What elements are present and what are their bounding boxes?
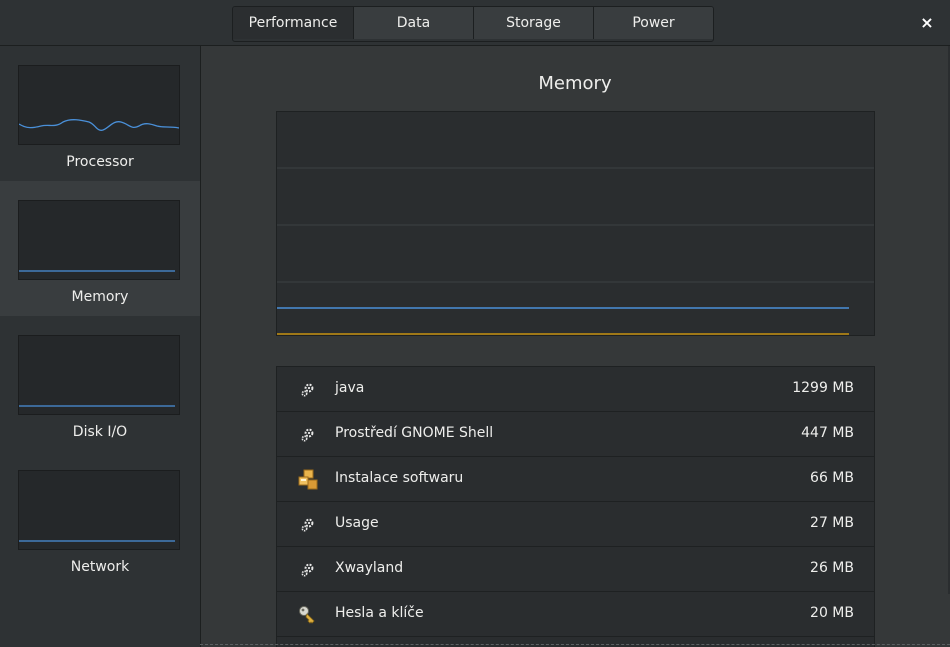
gear-icon	[297, 514, 319, 536]
tab-data[interactable]: Data	[353, 7, 473, 39]
close-button[interactable]: ×	[916, 11, 938, 33]
process-memory: 20 MB	[810, 605, 854, 621]
list-item[interactable]: Usage 27 MB	[277, 502, 874, 547]
keys-icon	[297, 604, 319, 626]
process-memory: 27 MB	[810, 515, 854, 531]
process-memory: 1299 MB	[792, 380, 854, 396]
process-name: Usage	[335, 515, 379, 531]
network-mini-graph	[18, 470, 180, 550]
tab-performance[interactable]: Performance	[233, 7, 353, 39]
sidebar-item-label: Processor	[66, 154, 134, 170]
list-item[interactable]: Prostředí GNOME Shell 447 MB	[277, 412, 874, 457]
disk-io-mini-graph	[18, 335, 180, 415]
tab-power[interactable]: Power	[593, 7, 713, 39]
sidebar-item-label: Memory	[71, 289, 129, 305]
scroll-undershoot	[200, 644, 950, 645]
sidebar-item-label: Disk I/O	[72, 424, 128, 440]
software-install-icon	[297, 469, 319, 491]
header-bar: Performance Data Storage Power ×	[0, 0, 950, 46]
memory-mini-graph	[18, 200, 180, 280]
sidebar-item-processor[interactable]: Processor	[0, 46, 200, 181]
process-memory: 447 MB	[801, 425, 854, 441]
process-name: Xwayland	[335, 560, 404, 576]
processor-usage-line	[19, 119, 179, 131]
process-list: java 1299 MB Prostředí GNOME Shell 447 M…	[276, 366, 875, 647]
process-name: Instalace softwaru	[335, 470, 464, 486]
sidebar: Processor Memory Disk I/O Network	[0, 46, 201, 647]
page-title: Memory	[538, 73, 612, 94]
view-switcher: Performance Data Storage Power	[232, 6, 714, 42]
list-item[interactable]: Hesla a klíče 20 MB	[277, 592, 874, 637]
gear-icon	[297, 424, 319, 446]
sidebar-item-disk-io[interactable]: Disk I/O	[0, 316, 200, 451]
process-memory: 66 MB	[810, 470, 854, 486]
sidebar-item-label: Network	[70, 559, 130, 575]
gear-icon	[297, 559, 319, 581]
process-name: java	[335, 380, 365, 396]
process-memory: 26 MB	[810, 560, 854, 576]
close-icon: ×	[920, 12, 934, 32]
list-item[interactable]: java 1299 MB	[277, 367, 874, 412]
processor-mini-graph	[18, 65, 180, 145]
list-item[interactable]: Xwayland 26 MB	[277, 547, 874, 592]
memory-graph	[276, 111, 875, 336]
process-name: Prostředí GNOME Shell	[335, 425, 494, 441]
tab-storage[interactable]: Storage	[473, 7, 593, 39]
list-item[interactable]: Instalace softwaru 66 MB	[277, 457, 874, 502]
sidebar-item-memory[interactable]: Memory	[0, 181, 200, 316]
process-name: Hesla a klíče	[335, 605, 424, 621]
gear-icon	[297, 379, 319, 401]
sidebar-item-network[interactable]: Network	[0, 451, 200, 586]
